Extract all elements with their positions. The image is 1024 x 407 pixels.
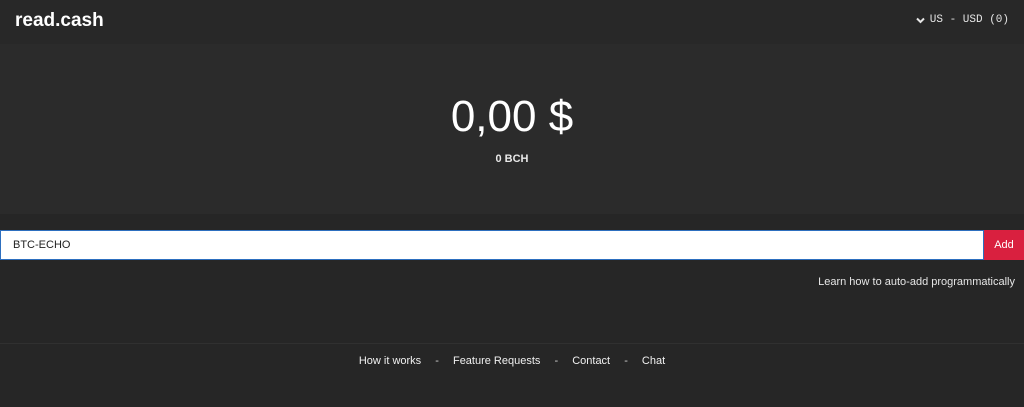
footer-link-feature-requests[interactable]: Feature Requests [453,355,540,367]
balance-amount: 0,00 $ [450,92,574,141]
brand-logo-link[interactable]: read.cash [15,10,104,32]
add-form: Add [0,230,1024,260]
footer-separator: - [554,355,559,367]
learn-auto-add-link[interactable]: Learn how to auto-add programmatically [818,276,1015,288]
add-button[interactable]: Add [984,230,1024,260]
footer-divider [0,343,1024,344]
add-input[interactable] [0,230,984,260]
currency-label: US - USD (0) [929,14,1009,26]
footer-separator: - [435,355,439,367]
footer-link-how-it-works[interactable]: How it works [359,355,421,367]
footer-link-chat[interactable]: Chat [642,355,665,367]
balance-panel: 0,00 $ 0 BCH [0,44,1024,214]
footer-links: How it works - Feature Requests - Contac… [0,355,1024,367]
chevron-down-icon [916,17,925,23]
balance-bch: 0 BCH [495,153,529,165]
top-bar: read.cash US - USD (0) [0,0,1024,44]
currency-selector[interactable]: US - USD (0) [916,14,1009,26]
footer-link-contact[interactable]: Contact [572,355,610,367]
footer-separator: - [624,355,628,367]
